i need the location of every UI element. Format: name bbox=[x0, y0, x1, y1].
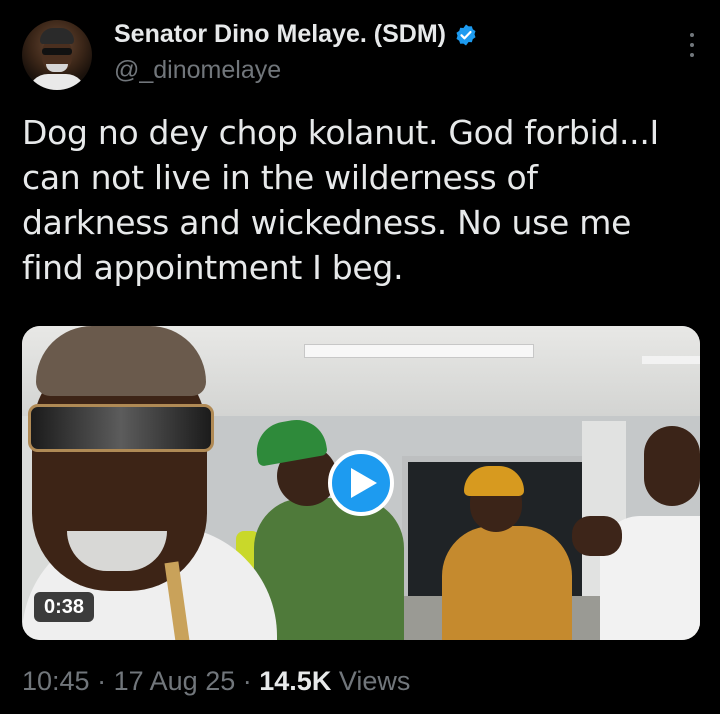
ceiling-light bbox=[642, 356, 700, 364]
tweet-date[interactable]: 17 Aug 25 bbox=[114, 666, 236, 696]
avatar[interactable] bbox=[22, 20, 92, 90]
ceiling-light bbox=[304, 344, 534, 358]
play-button[interactable] bbox=[328, 450, 394, 516]
more-options-icon[interactable] bbox=[682, 30, 702, 60]
views-count[interactable]: 14.5K bbox=[259, 666, 331, 696]
tweet-text: Dog no dey chop kolanut. God forbid...I … bbox=[22, 113, 659, 287]
person-hand bbox=[572, 516, 622, 556]
views-label: Views bbox=[338, 666, 411, 696]
person-white-head bbox=[644, 426, 700, 506]
author-handle[interactable]: @_dinomelaye bbox=[114, 56, 281, 85]
person-gold-attire bbox=[442, 526, 572, 640]
tweet-time[interactable]: 10:45 bbox=[22, 666, 90, 696]
play-icon bbox=[350, 468, 377, 498]
video-player[interactable]: 0:38 bbox=[22, 326, 700, 640]
separator: · bbox=[242, 666, 252, 696]
person-main-sunglasses bbox=[28, 404, 214, 452]
tweet-header: Senator Dino Melaye. (SDM) @_dinomelaye bbox=[22, 18, 702, 94]
author-name[interactable]: Senator Dino Melaye. (SDM) bbox=[114, 20, 446, 49]
video-duration: 0:38 bbox=[34, 592, 95, 622]
separator: · bbox=[97, 666, 107, 696]
person-green-attire bbox=[254, 498, 404, 640]
tweet-meta: 10:45 · 17 Aug 25 · 14.5K Views bbox=[22, 666, 410, 697]
person-main-cap bbox=[36, 326, 206, 396]
verified-badge-icon bbox=[454, 23, 478, 47]
author-name-row[interactable]: Senator Dino Melaye. (SDM) bbox=[114, 20, 478, 49]
